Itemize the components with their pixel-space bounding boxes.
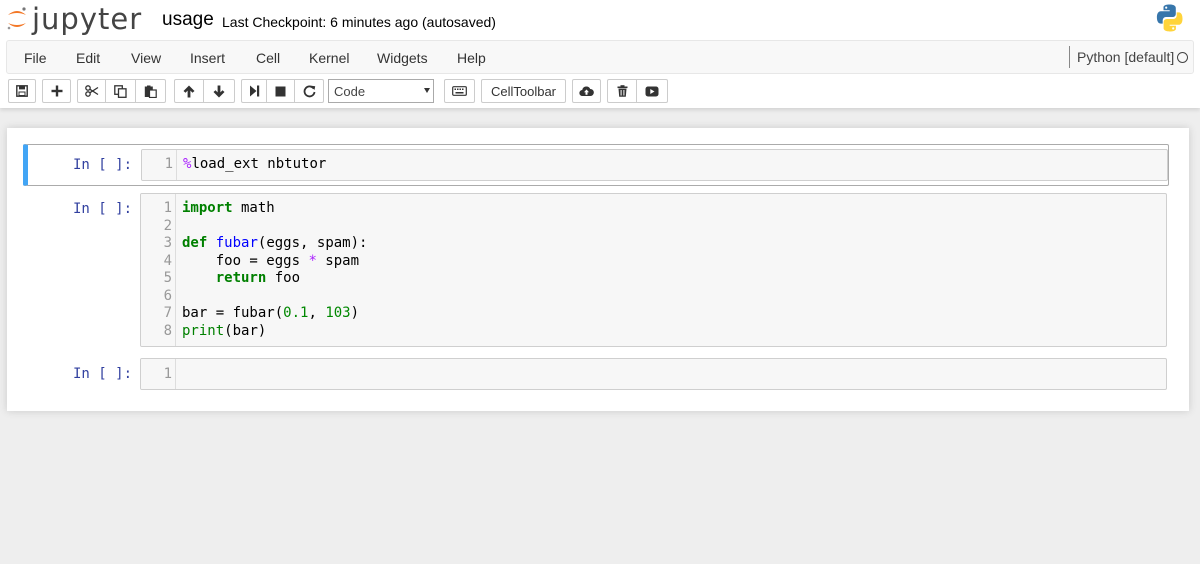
celltoolbar-label: CellToolbar	[490, 83, 557, 99]
save-icon	[16, 85, 28, 97]
cut-button[interactable]	[77, 79, 106, 103]
checkpoint-status: Last Checkpoint: 6 minutes ago (autosave…	[222, 14, 496, 30]
code-line: def fubar(eggs, spam):	[182, 235, 368, 251]
notebook-container: In [ ]: 1 %load_ext nbtutor In [ ]: 1 imp…	[7, 128, 1189, 411]
line-number: 7	[163, 305, 172, 321]
menu-kernel[interactable]: Kernel	[309, 50, 349, 66]
copy-button[interactable]	[106, 79, 136, 103]
code-cell-3[interactable]: In [ ]: 1	[23, 358, 1169, 390]
move-down-button[interactable]	[204, 79, 235, 103]
step-forward-icon	[249, 85, 259, 97]
kernel-name: Python [default]	[1069, 46, 1174, 68]
nbtutor-clear-button[interactable]	[607, 79, 637, 103]
code-editor[interactable]: 1 import math 2 3 def fubar(eggs, spam): 4 fo…	[140, 193, 1167, 347]
interrupt-kernel-button[interactable]	[267, 79, 295, 103]
code-editor[interactable]: 1	[140, 358, 1167, 390]
run-cell-button[interactable]	[241, 79, 267, 103]
code-editor[interactable]: 1 %load_ext nbtutor	[141, 149, 1168, 181]
python-logo-icon	[1156, 4, 1183, 32]
code-cell-2[interactable]: In [ ]: 1 import math 2 3 def fubar(eggs, sp…	[23, 192, 1169, 348]
menu-cell[interactable]: Cell	[256, 50, 280, 66]
upload-button[interactable]	[572, 79, 601, 103]
code-line: %load_ext nbtutor	[183, 156, 327, 172]
menu-edit[interactable]: Edit	[76, 50, 100, 66]
move-up-button[interactable]	[174, 79, 204, 103]
dropdown-arrow-icon	[424, 88, 430, 93]
celltoolbar-button[interactable]: CellToolbar	[481, 79, 566, 103]
play-circle-icon	[645, 86, 659, 96]
command-palette-button[interactable]	[444, 79, 475, 103]
line-number: 5	[163, 270, 172, 286]
keyboard-icon	[452, 86, 467, 96]
copy-icon	[114, 84, 127, 98]
stop-icon	[275, 86, 286, 96]
input-prompt: In [ ]:	[73, 366, 133, 382]
menu-view[interactable]: View	[131, 50, 161, 66]
paste-icon	[144, 85, 157, 98]
save-button[interactable]	[8, 79, 36, 103]
line-number: 1	[164, 156, 173, 172]
kernel-idle-icon	[1177, 52, 1188, 63]
trash-icon	[617, 85, 627, 97]
menu-file[interactable]: File	[24, 50, 47, 66]
scissors-icon	[84, 85, 98, 97]
logo-text: jupyter	[32, 2, 143, 36]
code-cell-1[interactable]: In [ ]: 1 %load_ext nbtutor	[23, 144, 1169, 186]
paste-button[interactable]	[136, 79, 166, 103]
code-line: foo = eggs * spam	[182, 252, 360, 269]
code-line: import math	[182, 200, 275, 216]
restart-kernel-button[interactable]	[295, 79, 324, 103]
line-number: 1	[163, 366, 172, 382]
code-text: load_ext nbtutor	[191, 156, 327, 172]
arrow-up-icon	[183, 85, 195, 97]
nbtutor-visualize-button[interactable]	[637, 79, 668, 103]
header: jupyter usage Last Checkpoint: 6 minutes…	[0, 0, 1200, 108]
menu-bar: File Edit View Insert Cell Kernel Widget…	[6, 40, 1194, 74]
cell-type-select[interactable]: Code	[328, 79, 434, 103]
refresh-icon	[303, 85, 315, 97]
cell-type-value: Code	[334, 84, 366, 99]
menu-insert[interactable]: Insert	[190, 50, 225, 66]
menu-help[interactable]: Help	[457, 50, 486, 66]
line-number: 3	[163, 235, 172, 251]
plus-icon	[51, 85, 62, 97]
notebook-name[interactable]: usage	[162, 9, 214, 31]
jupyter-logo-icon	[7, 7, 26, 30]
jupyter-logo[interactable]: jupyter	[6, 2, 142, 36]
code-line: bar = fubar(0.1, 103)	[182, 305, 360, 321]
line-number: 2	[163, 217, 172, 234]
code-line: return foo	[215, 270, 301, 286]
cloud-upload-icon	[579, 86, 594, 97]
arrow-down-icon	[213, 85, 225, 97]
line-number: 6	[163, 287, 172, 304]
input-prompt: In [ ]:	[73, 157, 133, 173]
menu-widgets[interactable]: Widgets	[377, 50, 428, 66]
code-line: print(bar)	[182, 322, 267, 339]
input-prompt: In [ ]:	[73, 201, 133, 217]
line-number: 1	[163, 200, 172, 216]
line-number: 4	[163, 252, 172, 269]
insert-cell-button[interactable]	[42, 79, 71, 103]
line-number: 8	[163, 322, 172, 339]
